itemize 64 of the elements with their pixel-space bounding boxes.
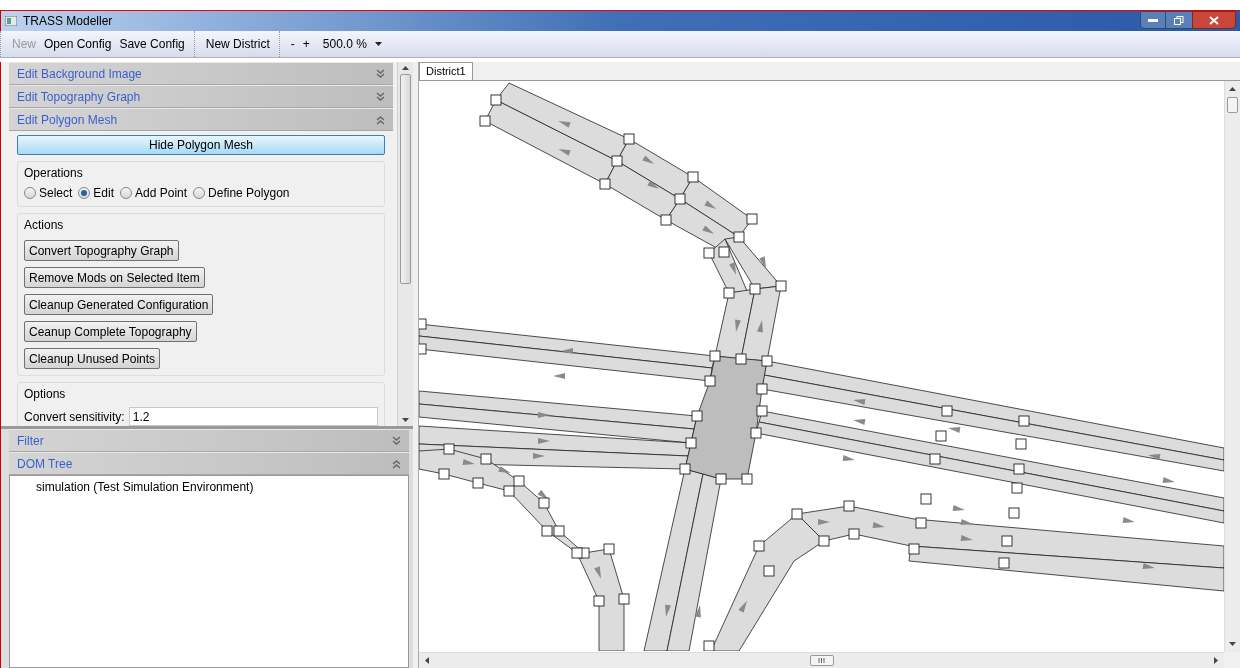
app-icon [5,16,17,26]
radio-button[interactable] [78,187,91,199]
scroll-down-icon[interactable] [402,418,410,422]
scroll-left-icon[interactable] [425,657,429,664]
scroll-up-icon[interactable] [1229,87,1236,91]
section-header[interactable]: Edit Polygon Mesh [9,108,394,131]
toolbar-button[interactable]: + [299,35,313,53]
action-button[interactable]: Cleanup Generated Configuration [24,294,214,315]
close-button[interactable] [1192,11,1236,29]
tab[interactable]: District1 [419,62,473,80]
collapse-icon [392,458,402,469]
scrollbar-thumb[interactable] [809,655,834,666]
section-title: Edit Polygon Mesh [17,111,118,129]
scroll-up-icon[interactable] [402,66,410,70]
section-title: Filter [17,432,44,450]
expand-icon [392,435,402,446]
zoom-dropdown[interactable]: 500.0 % [320,35,384,53]
scrollbar-thumb[interactable] [1227,97,1238,113]
restore-button[interactable] [1166,11,1192,29]
radio-button[interactable] [193,187,206,199]
action-button[interactable]: Remove Mods on Selected Item [24,267,205,288]
toolbar-button[interactable]: Open Config [41,35,115,53]
section-title: DOM Tree [17,455,73,473]
radio-button[interactable] [120,187,133,199]
group-title: Operations [24,165,84,182]
section-title: Edit Topography Graph [17,88,141,106]
radio-option[interactable]: Add Point [120,184,188,202]
section-title: Edit Background Image [17,65,142,83]
input-field[interactable]: 1.2 [128,407,379,426]
expand-icon [376,91,386,102]
scrollbar-thumb[interactable] [400,74,412,284]
minimize-icon [1148,18,1158,22]
radio-option[interactable]: Select [24,184,73,202]
hide-mesh-button[interactable]: Hide Polygon Mesh [17,135,386,155]
section-header[interactable]: Filter [9,429,410,452]
group-title: Actions [24,217,64,234]
collapse-icon [376,114,386,125]
vertical-scrollbar[interactable] [397,62,414,426]
action-button[interactable]: Ceanup Complete Topography [24,321,197,342]
scroll-down-icon[interactable] [1229,642,1236,646]
expand-icon [376,68,386,79]
scroll-right-icon[interactable] [1214,657,1218,664]
grip-icon [818,658,825,663]
section-header[interactable]: Edit Background Image [9,62,394,85]
toolbar-button[interactable]: Save Config [116,35,188,53]
radio-option[interactable]: Edit [78,184,115,202]
toolbar-button[interactable]: - [287,35,298,53]
toolbar-button[interactable]: New District [202,35,273,53]
section-header[interactable]: DOM Tree [9,452,410,475]
group-title: Options [24,386,67,403]
section-header[interactable]: Edit Topography Graph [9,85,394,108]
vertical-scrollbar[interactable] [1224,81,1240,652]
minimize-button[interactable] [1140,11,1166,29]
action-button[interactable]: Cleanup Unused Points [24,348,161,369]
radio-button[interactable] [24,187,36,199]
close-icon [1209,15,1219,25]
radio-option[interactable]: Define Polygon [193,184,290,202]
action-button[interactable]: Convert Topography Graph [24,240,179,261]
horizontal-scrollbar[interactable] [419,652,1224,668]
field-label: Convert sensitivity: [24,408,125,426]
restore-icon [1174,15,1184,25]
window-title: TRASS Modeller [23,13,113,30]
dropdown-caret-icon [374,42,382,46]
tree-item[interactable]: simulation (Test Simulation Environment) [36,478,409,496]
